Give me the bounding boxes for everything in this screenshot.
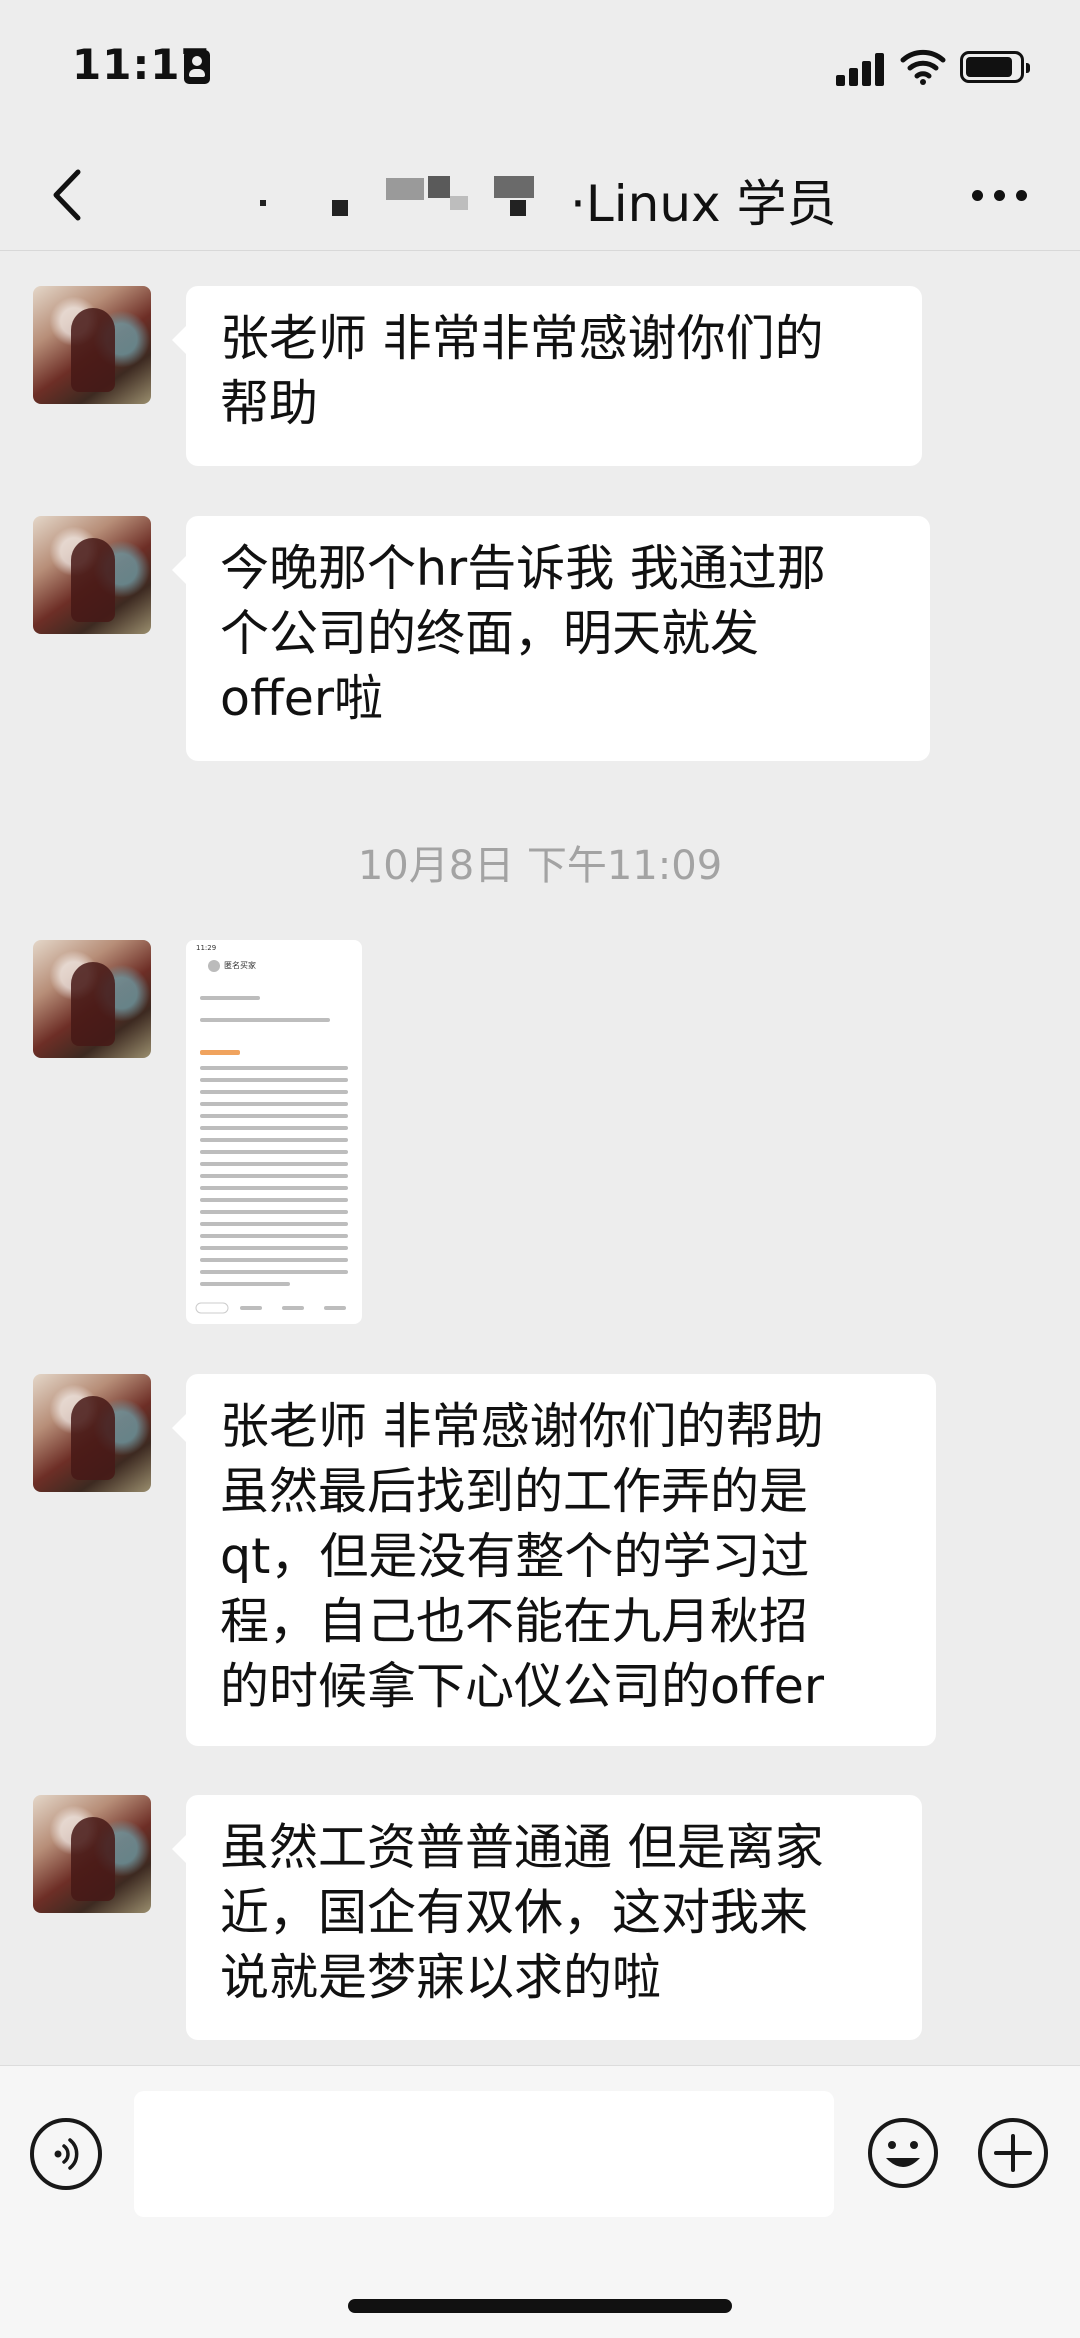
image-text-line [200, 1090, 348, 1094]
image-app-time: 11:29 [196, 944, 217, 952]
image-text-line [200, 1186, 348, 1190]
image-text-line [200, 1018, 330, 1022]
message-text: 程，自己也不能在九月秋招 [220, 1593, 809, 1650]
redacted-name-block [260, 200, 266, 206]
status-bar: 11:17 [0, 0, 1080, 140]
message-bubble: 今晚那个hr告诉我 我通过那 个公司的终面，明天就发 offer啦 [172, 516, 930, 761]
message-text: 的时候拿下心仪公司的offer [220, 1658, 825, 1715]
image-text-line [200, 1162, 348, 1166]
image-highlight [200, 1050, 240, 1055]
image-text-line [200, 1114, 348, 1118]
message-text: 说就是梦寐以求的啦 [220, 1949, 662, 2006]
message-text: 今晚那个hr告诉我 我通过那 [220, 540, 826, 597]
message-timestamp: 10月8日 下午11:09 [357, 843, 723, 889]
avatar[interactable] [33, 940, 151, 1058]
redacted-name-block [450, 196, 468, 210]
message-bubble: 张老师 非常非常感谢你们的 帮助 [172, 286, 922, 466]
image-text-line [200, 1258, 348, 1262]
image-message[interactable]: 11:29 匿名买家 [186, 940, 362, 1324]
image-text-line [200, 996, 260, 1000]
avatar[interactable] [33, 1374, 151, 1492]
message-input[interactable] [134, 2091, 834, 2217]
image-text-line [200, 1234, 348, 1238]
image-text-line [200, 1174, 348, 1178]
message-text: 虽然最后找到的工作弄的是 [220, 1463, 809, 1520]
voice-icon[interactable] [30, 2118, 102, 2190]
message-text: 虽然工资普普通通 但是离家 [220, 1819, 824, 1876]
back-arrow-icon[interactable] [40, 162, 100, 228]
avatar[interactable] [33, 516, 151, 634]
image-text-line [200, 1102, 348, 1106]
image-text-line [200, 1138, 348, 1142]
redacted-name-block [386, 178, 424, 200]
image-text-line [200, 1150, 348, 1154]
image-text-line [200, 1078, 348, 1082]
avatar[interactable] [33, 1795, 151, 1913]
avatar[interactable] [33, 286, 151, 404]
image-header: 匿名买家 [194, 958, 354, 974]
wifi-icon [900, 49, 946, 85]
chat-header: ·Linux 学员 [0, 140, 1080, 251]
image-text-line [200, 1066, 348, 1070]
image-text-line [200, 1246, 348, 1250]
message-text: 张老师 非常非常感谢你们的 [220, 310, 824, 367]
message-text: 帮助 [220, 375, 319, 432]
redacted-name-block [510, 200, 526, 216]
message-text: offer啦 [220, 670, 384, 727]
signal-icon [836, 50, 886, 86]
chat-title-text: ·Linux 学员 [570, 175, 837, 233]
message-text: 个公司的终面，明天就发 [220, 605, 760, 662]
image-text-line [200, 1282, 290, 1286]
redacted-name-block [332, 200, 348, 216]
home-indicator [348, 2299, 732, 2313]
image-text-line [200, 1198, 348, 1202]
image-text-line [200, 1270, 348, 1274]
battery-icon [960, 51, 1030, 83]
plus-icon[interactable] [976, 2116, 1050, 2190]
message-bubble: 虽然工资普普通通 但是离家 近，国企有双休，这对我来 说就是梦寐以求的啦 [172, 1795, 922, 2040]
message-text: qt，但是没有整个的学习过 [220, 1528, 810, 1585]
message-text: 近，国企有双休，这对我来 [220, 1884, 809, 1941]
redacted-name-block [428, 176, 450, 198]
redacted-name-block [494, 176, 534, 198]
image-text-line [200, 1210, 348, 1214]
image-text-line [200, 1126, 348, 1130]
contact-card-icon [184, 50, 210, 84]
emoji-icon[interactable] [866, 2116, 940, 2190]
more-icon[interactable] [968, 166, 1032, 222]
image-action-bar [195, 1302, 346, 1314]
chat-title: ·Linux 学员 [240, 160, 840, 233]
image-text-line [200, 1222, 348, 1226]
input-bar [0, 2065, 1080, 2338]
image-shop-name: 匿名买家 [224, 961, 256, 970]
message-bubble: 张老师 非常感谢你们的帮助 虽然最后找到的工作弄的是 qt，但是没有整个的学习过… [172, 1374, 936, 1746]
message-text: 张老师 非常感谢你们的帮助 [220, 1398, 824, 1455]
image-avatar-icon [208, 960, 220, 972]
